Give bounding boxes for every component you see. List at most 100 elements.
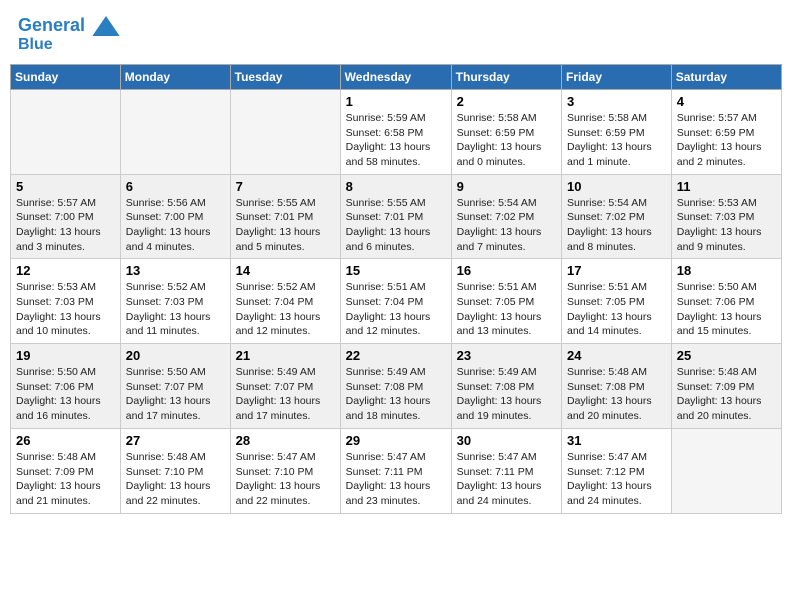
calendar-cell: 12 Sunrise: 5:53 AMSunset: 7:03 PMDayligh…	[11, 259, 121, 344]
calendar-cell: 9Sunrise: 5:54 AMSunset: 7:02 PMDaylight…	[451, 174, 561, 259]
day-info: Sunrise: 5:56 AMSunset: 7:00 PMDaylight:…	[126, 196, 225, 255]
day-info: Sunrise: 5:48 AMSunset: 7:08 PMDaylight:…	[567, 365, 666, 424]
day-number: 30	[457, 433, 556, 448]
day-info: Sunrise: 5:59 AMSunset: 6:58 PMDaylight:…	[346, 111, 446, 170]
day-info: Sunrise: 5:50 AMSunset: 7:06 PMDaylight:…	[677, 280, 776, 339]
day-number: 24	[567, 348, 666, 363]
day-number: 15	[346, 263, 446, 278]
logo-subtext: Blue	[18, 36, 120, 54]
week-row-3: 12 Sunrise: 5:53 AMSunset: 7:03 PMDayligh…	[11, 259, 782, 344]
day-info: Sunrise: 5:52 AMSunset: 7:03 PMDaylight:…	[126, 280, 225, 339]
day-number: 20	[126, 348, 225, 363]
week-row-2: 5 Sunrise: 5:57 AMSunset: 7:00 PMDaylight…	[11, 174, 782, 259]
day-number: 3	[567, 94, 666, 109]
day-number: 9	[457, 179, 556, 194]
day-number: 25	[677, 348, 776, 363]
calendar-cell: 30 Sunrise: 5:47 AMSunset: 7:11 PMDayligh…	[451, 428, 561, 513]
day-number: 23	[457, 348, 556, 363]
calendar-cell: 2 Sunrise: 5:58 AMSunset: 6:59 PMDaylight…	[451, 89, 561, 174]
calendar-cell: 21 Sunrise: 5:49 AMSunset: 7:07 PMDayligh…	[230, 344, 340, 429]
calendar-cell: 22 Sunrise: 5:49 AMSunset: 7:08 PMDayligh…	[340, 344, 451, 429]
calendar-cell: 15 Sunrise: 5:51 AMSunset: 7:04 PMDayligh…	[340, 259, 451, 344]
calendar-cell: 24 Sunrise: 5:48 AMSunset: 7:08 PMDayligh…	[562, 344, 672, 429]
day-info: Sunrise: 5:51 AMSunset: 7:04 PMDaylight:…	[346, 280, 446, 339]
calendar-cell: 26Sunrise: 5:48 AMSunset: 7:09 PMDayligh…	[11, 428, 121, 513]
day-info: Sunrise: 5:47 AMSunset: 7:10 PMDaylight:…	[236, 450, 335, 509]
calendar-cell	[11, 89, 121, 174]
calendar-header-row: SundayMondayTuesdayWednesdayThursdayFrid…	[11, 64, 782, 89]
day-info: Sunrise: 5:51 AMSunset: 7:05 PMDaylight:…	[457, 280, 556, 339]
day-info: Sunrise: 5:50 AMSunset: 7:07 PMDaylight:…	[126, 365, 225, 424]
day-number: 29	[346, 433, 446, 448]
day-number: 18	[677, 263, 776, 278]
calendar-cell: 3 Sunrise: 5:58 AMSunset: 6:59 PMDaylight…	[562, 89, 672, 174]
day-info: Sunrise: 5:49 AMSunset: 7:08 PMDaylight:…	[457, 365, 556, 424]
day-info: Sunrise: 5:47 AMSunset: 7:12 PMDaylight:…	[567, 450, 666, 509]
calendar-cell: 11Sunrise: 5:53 AMSunset: 7:03 PMDayligh…	[671, 174, 781, 259]
day-header-monday: Monday	[120, 64, 230, 89]
day-number: 14	[236, 263, 335, 278]
day-number: 6	[126, 179, 225, 194]
day-info: Sunrise: 5:57 AMSunset: 7:00 PMDaylight:…	[16, 196, 115, 255]
day-info: Sunrise: 5:58 AMSunset: 6:59 PMDaylight:…	[567, 111, 666, 170]
day-number: 5	[16, 179, 115, 194]
day-number: 2	[457, 94, 556, 109]
day-number: 16	[457, 263, 556, 278]
week-row-1: 1 Sunrise: 5:59 AMSunset: 6:58 PMDaylight…	[11, 89, 782, 174]
calendar-cell: 19 Sunrise: 5:50 AMSunset: 7:06 PMDayligh…	[11, 344, 121, 429]
calendar-cell	[671, 428, 781, 513]
day-header-sunday: Sunday	[11, 64, 121, 89]
calendar-cell	[230, 89, 340, 174]
calendar-cell: 5 Sunrise: 5:57 AMSunset: 7:00 PMDaylight…	[11, 174, 121, 259]
logo: General Blue	[18, 16, 120, 54]
day-header-wednesday: Wednesday	[340, 64, 451, 89]
calendar-cell: 7Sunrise: 5:55 AMSunset: 7:01 PMDaylight…	[230, 174, 340, 259]
calendar-cell: 4Sunrise: 5:57 AMSunset: 6:59 PMDaylight…	[671, 89, 781, 174]
day-info: Sunrise: 5:50 AMSunset: 7:06 PMDaylight:…	[16, 365, 115, 424]
day-info: Sunrise: 5:47 AMSunset: 7:11 PMDaylight:…	[346, 450, 446, 509]
calendar-cell: 29 Sunrise: 5:47 AMSunset: 7:11 PMDayligh…	[340, 428, 451, 513]
calendar-cell: 17Sunrise: 5:51 AMSunset: 7:05 PMDayligh…	[562, 259, 672, 344]
day-info: Sunrise: 5:55 AMSunset: 7:01 PMDaylight:…	[346, 196, 446, 255]
calendar-cell: 16 Sunrise: 5:51 AMSunset: 7:05 PMDayligh…	[451, 259, 561, 344]
day-number: 1	[346, 94, 446, 109]
logo-text: General	[18, 16, 120, 36]
calendar-cell: 23 Sunrise: 5:49 AMSunset: 7:08 PMDayligh…	[451, 344, 561, 429]
day-info: Sunrise: 5:49 AMSunset: 7:07 PMDaylight:…	[236, 365, 335, 424]
day-number: 12	[16, 263, 115, 278]
day-number: 27	[126, 433, 225, 448]
calendar-cell: 28Sunrise: 5:47 AMSunset: 7:10 PMDayligh…	[230, 428, 340, 513]
day-info: Sunrise: 5:49 AMSunset: 7:08 PMDaylight:…	[346, 365, 446, 424]
day-number: 31	[567, 433, 666, 448]
day-header-thursday: Thursday	[451, 64, 561, 89]
day-number: 10	[567, 179, 666, 194]
calendar-cell: 10 Sunrise: 5:54 AMSunset: 7:02 PMDayligh…	[562, 174, 672, 259]
day-info: Sunrise: 5:53 AMSunset: 7:03 PMDaylight:…	[16, 280, 115, 339]
day-number: 22	[346, 348, 446, 363]
day-number: 19	[16, 348, 115, 363]
day-header-tuesday: Tuesday	[230, 64, 340, 89]
day-info: Sunrise: 5:58 AMSunset: 6:59 PMDaylight:…	[457, 111, 556, 170]
calendar-cell: 25Sunrise: 5:48 AMSunset: 7:09 PMDayligh…	[671, 344, 781, 429]
calendar-cell: 8Sunrise: 5:55 AMSunset: 7:01 PMDaylight…	[340, 174, 451, 259]
day-info: Sunrise: 5:51 AMSunset: 7:05 PMDaylight:…	[567, 280, 666, 339]
day-number: 4	[677, 94, 776, 109]
day-info: Sunrise: 5:48 AMSunset: 7:10 PMDaylight:…	[126, 450, 225, 509]
calendar-cell: 18 Sunrise: 5:50 AMSunset: 7:06 PMDayligh…	[671, 259, 781, 344]
calendar-table: SundayMondayTuesdayWednesdayThursdayFrid…	[10, 64, 782, 514]
day-number: 26	[16, 433, 115, 448]
day-header-saturday: Saturday	[671, 64, 781, 89]
day-info: Sunrise: 5:52 AMSunset: 7:04 PMDaylight:…	[236, 280, 335, 339]
day-header-friday: Friday	[562, 64, 672, 89]
calendar-cell: 20 Sunrise: 5:50 AMSunset: 7:07 PMDayligh…	[120, 344, 230, 429]
day-number: 21	[236, 348, 335, 363]
calendar-cell: 27 Sunrise: 5:48 AMSunset: 7:10 PMDayligh…	[120, 428, 230, 513]
calendar-cell: 31 Sunrise: 5:47 AMSunset: 7:12 PMDayligh…	[562, 428, 672, 513]
day-info: Sunrise: 5:47 AMSunset: 7:11 PMDaylight:…	[457, 450, 556, 509]
calendar-cell: 1 Sunrise: 5:59 AMSunset: 6:58 PMDaylight…	[340, 89, 451, 174]
calendar-cell: 14 Sunrise: 5:52 AMSunset: 7:04 PMDayligh…	[230, 259, 340, 344]
week-row-4: 19 Sunrise: 5:50 AMSunset: 7:06 PMDayligh…	[11, 344, 782, 429]
calendar-cell: 6 Sunrise: 5:56 AMSunset: 7:00 PMDaylight…	[120, 174, 230, 259]
calendar-cell	[120, 89, 230, 174]
day-info: Sunrise: 5:54 AMSunset: 7:02 PMDaylight:…	[567, 196, 666, 255]
